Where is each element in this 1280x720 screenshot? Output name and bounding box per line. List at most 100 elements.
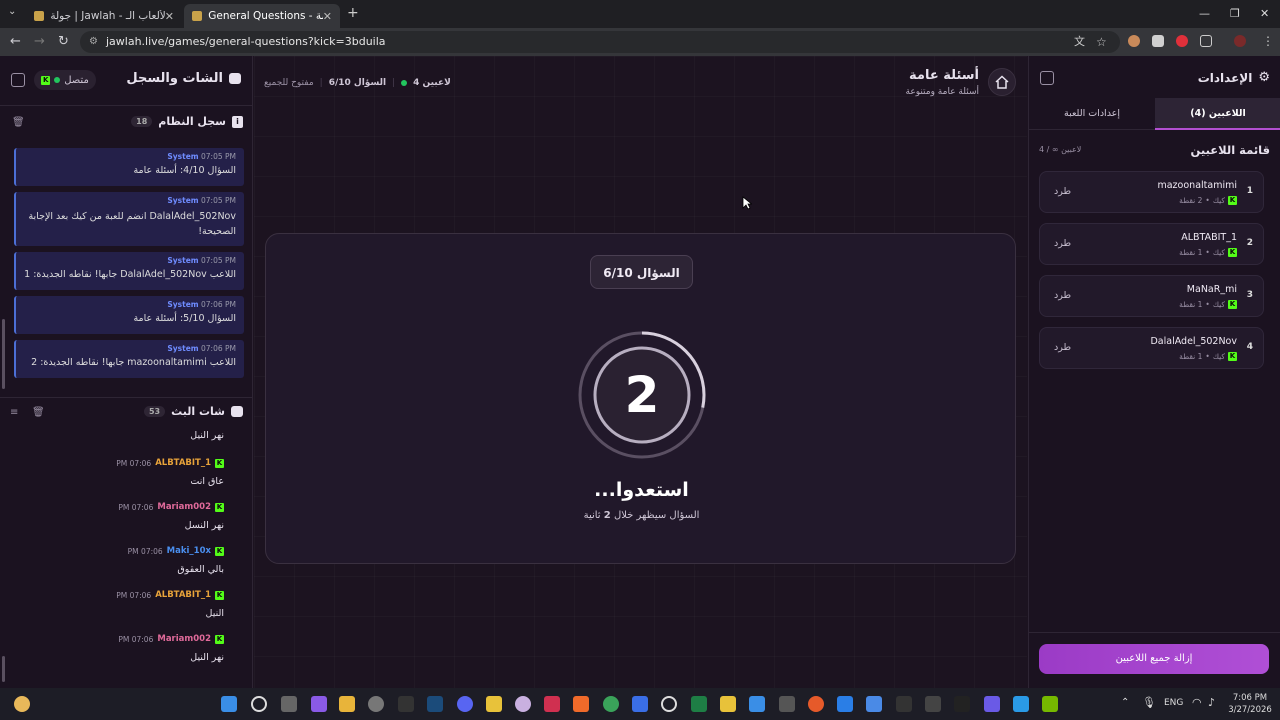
trash-icon[interactable]: 🗑 [32,407,45,418]
edge-icon[interactable] [1013,696,1029,712]
tab-list-icon[interactable]: ⌄ [8,6,16,17]
url-field[interactable]: ⚙ jawlah.live/games/general-questions?ki… [80,31,1120,53]
settings-panel: ⚙ الإعدادات اللاعبين (4) إعدادات اللعبة … [1028,56,1280,688]
kick-player-button[interactable]: طرد [1054,342,1071,353]
app-icon[interactable] [632,696,648,712]
kick-icon: K [215,458,224,468]
rockstar-icon[interactable] [486,696,502,712]
browser-menu-icon[interactable]: ⋮ [1262,34,1274,48]
close-tab-icon[interactable]: ✕ [165,10,174,23]
trash-icon[interactable]: 🗑 [12,117,25,128]
app-icon[interactable] [515,696,531,712]
start-icon[interactable] [221,696,237,712]
extensions-puzzle-icon[interactable] [1200,35,1212,47]
discord-icon[interactable] [457,696,473,712]
app-icon[interactable] [837,696,853,712]
bookmark-star-icon[interactable]: ☆ [1096,31,1107,53]
mouse-cursor-icon [742,196,752,210]
player-name: ALBTABIT_1 [1181,232,1237,243]
tab-jawlah[interactable]: جولة | Jawlah - منصة الألعاب الـ... ✕ [26,4,182,28]
kick-icon: K [1228,352,1237,361]
copilot-icon[interactable] [311,696,327,712]
countdown-card: السؤال 6/10 2 استعدوا... السؤال سيظهر خل… [265,233,1016,564]
kick-player-button[interactable]: طرد [1054,238,1071,249]
player-rank: 1 [1246,186,1253,196]
app-icon[interactable] [544,696,560,712]
tab-game-settings[interactable]: إعدادات اللعبة [1029,98,1155,130]
store-icon[interactable] [779,696,795,712]
taskbar: ⌃ 🎙 ENG ◠ ♪ 7:06 PM 3/27/2026 [0,688,1280,720]
system-log-header[interactable]: 🗑 i سجل النظام 18 [0,108,253,138]
player-name: MaNaR_mi [1186,284,1237,295]
remove-all-players-button[interactable]: إزالة جميع اللاعبين [1039,644,1269,674]
system-log-count: 18 [131,116,153,127]
info-icon: i [232,115,243,128]
weather-icon[interactable] [14,696,30,712]
profile-avatar[interactable] [1234,35,1246,47]
kick-icon: K [215,502,224,512]
kick-icon: K [41,75,51,85]
wifi-icon[interactable]: ◠ [1192,696,1202,709]
record-extension-icon[interactable] [1176,35,1188,47]
scrollbar-thumb[interactable] [2,319,5,389]
teams-icon[interactable] [984,696,1000,712]
system-log-title: i سجل النظام 18 [131,115,243,128]
language-indicator[interactable]: ENG [1164,698,1183,708]
notepad-icon[interactable] [866,696,882,712]
collapse-panel-icon[interactable] [11,73,25,87]
chevron-up-icon[interactable]: ⌃ [1121,697,1129,708]
tab-general-questions[interactable]: General Questions - أسئلة عامة ✕ [184,4,340,28]
excel-icon[interactable] [691,696,707,712]
chat-bubble-icon [229,73,241,84]
player-row: 1 mazoonaltamimi K كيك • 2 نقطة طرد [1039,171,1264,213]
photos-icon[interactable] [749,696,765,712]
player-name: DalalAdel_502Nov [1150,336,1237,347]
kick-player-button[interactable]: طرد [1054,290,1071,301]
home-button[interactable] [988,68,1016,96]
microphone-icon[interactable]: 🎙 [1142,696,1156,709]
collapse-panel-icon[interactable] [1040,71,1054,85]
filter-icon[interactable]: ≡ [10,407,18,418]
capcut-icon[interactable] [954,696,970,712]
epic-games-icon[interactable] [398,696,414,712]
search-icon[interactable] [251,696,267,712]
stream-chat-list: نهر النيل K ALBTABIT_1 07:06 PM عاق انت … [0,428,253,686]
settings-title-text: الإعدادات [1197,70,1253,85]
home-icon [995,75,1009,89]
tab-players[interactable]: اللاعبين (4) [1155,98,1280,130]
kick-player-button[interactable]: طرد [1054,186,1071,197]
shield-extension-icon[interactable] [1152,35,1164,47]
restore-icon[interactable]: ❐ [1230,7,1240,20]
close-tab-icon[interactable]: ✕ [323,10,332,23]
players-list-title: قائمة اللاعبين [1190,143,1270,157]
app-icon[interactable] [896,696,912,712]
page: K متصل الشات والسجل 🗑 i سجل النظام 18 Sy… [0,56,1280,688]
nvidia-icon[interactable] [1042,696,1058,712]
volume-icon[interactable]: ♪ [1208,696,1215,709]
site-info-icon[interactable]: ⚙ [89,31,98,53]
app-icon[interactable] [720,696,736,712]
settings-icon[interactable] [368,696,384,712]
new-tab-icon[interactable]: + [347,5,359,21]
close-window-icon[interactable]: ✕ [1260,7,1269,20]
translate-icon[interactable]: 文 [1074,31,1085,53]
reload-icon[interactable]: ↻ [58,34,69,49]
clock[interactable]: 7:06 PM 3/27/2026 [1226,692,1274,716]
ea-icon[interactable] [808,696,824,712]
chrome-icon[interactable] [603,696,619,712]
steam-icon[interactable] [427,696,443,712]
task-view-icon[interactable] [281,696,297,712]
forward-icon[interactable]: → [34,34,45,49]
player-row: 4 DalalAdel_502Nov K كيك • 1 نقطة طرد [1039,327,1264,369]
app-icon[interactable] [925,696,941,712]
minimize-icon[interactable]: — [1199,7,1210,20]
get-ready-heading: استعدوا... [594,479,689,501]
question-progress: السؤال 6/10 [328,78,387,88]
system-log-title-text: سجل النظام [158,115,226,128]
stream-chat-header[interactable]: ≡ 🗑 شات البث 53 [0,397,253,427]
obs-icon[interactable] [661,696,677,712]
file-explorer-icon[interactable] [339,696,355,712]
back-icon[interactable]: ← [10,34,21,49]
extension-icon[interactable] [1128,35,1140,47]
brave-icon[interactable] [573,696,589,712]
